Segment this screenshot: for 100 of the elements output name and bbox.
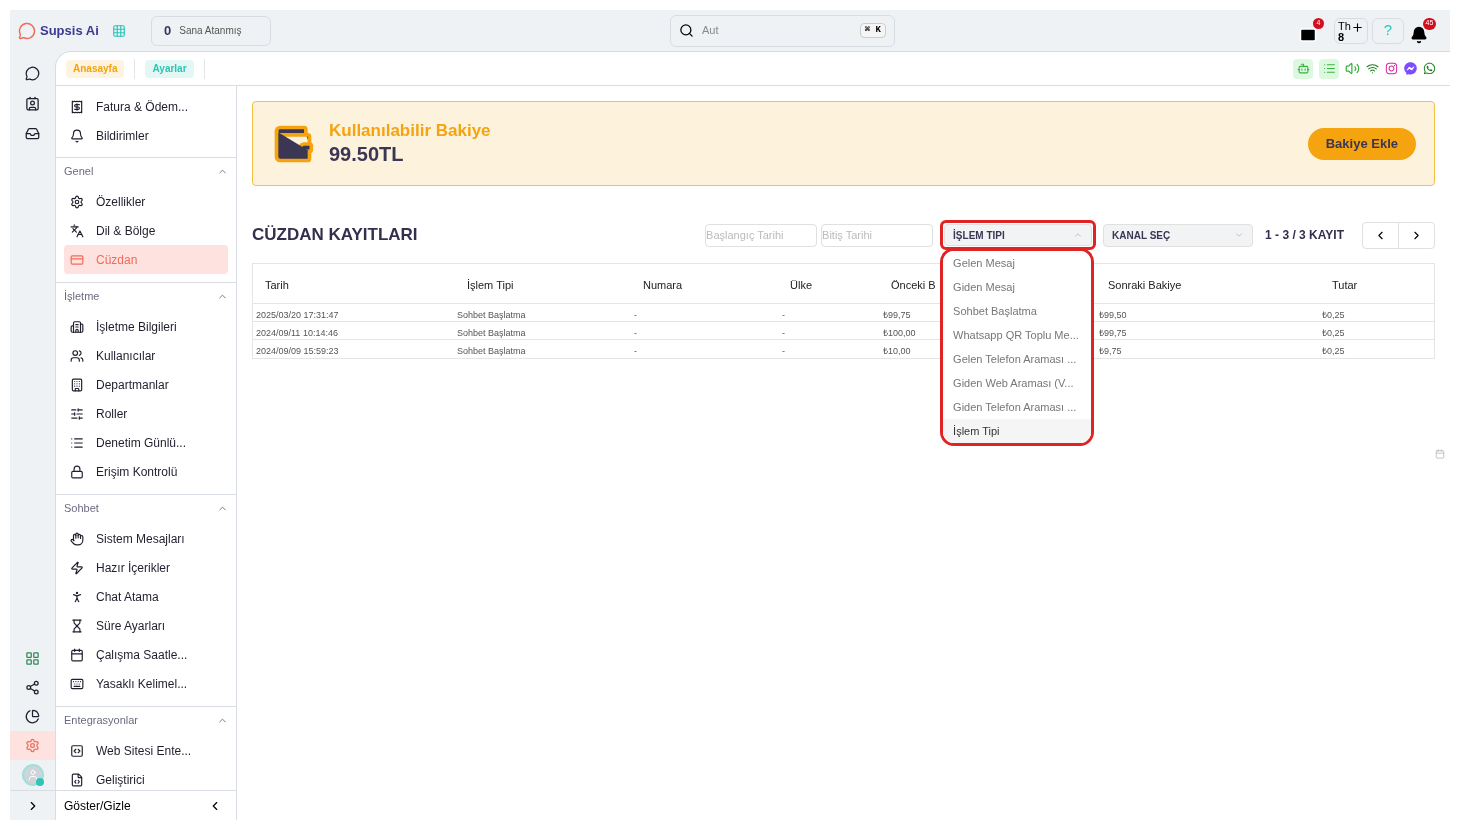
section-title: Sohbet: [64, 500, 99, 516]
section-title: Entegrasyonlar: [64, 712, 138, 728]
bot-button[interactable]: [1293, 58, 1313, 79]
grid-icon: [25, 651, 40, 666]
sidebar-item[interactable]: Denetim Günlü...: [64, 428, 228, 457]
sidebar-item[interactable]: İşletme Bilgileri: [64, 312, 228, 341]
card-icon: [70, 252, 84, 267]
pie-chart-icon: [25, 709, 40, 724]
search-input[interactable]: Aut: [702, 22, 852, 39]
person-icon: [70, 589, 84, 604]
inbox-icon: [25, 125, 40, 141]
table-cell: -: [782, 327, 785, 338]
add-balance-button[interactable]: Bakiye Ekle: [1307, 127, 1416, 160]
column-header: Önceki B: [891, 278, 936, 291]
user-button[interactable]: Th 8: [1334, 17, 1368, 44]
apps-grid-icon[interactable]: [112, 23, 126, 38]
chat-bubble-icon: [25, 65, 40, 81]
table-cell: Sohbet Başlatma: [457, 327, 526, 338]
sidebar-item[interactable]: Hazır İçerikler: [64, 553, 228, 582]
bell-icon: [1410, 25, 1428, 44]
table-cell: -: [782, 346, 785, 356]
sidebar-item[interactable]: Web Sitesi Ente...: [64, 736, 228, 765]
plus-icon: [1350, 20, 1364, 34]
column-header: Tarih: [265, 278, 289, 291]
section-title: İşletme: [64, 288, 100, 304]
column-header: Tutar: [1332, 278, 1358, 291]
settings-icon: [25, 738, 40, 753]
code-file-icon: [70, 772, 84, 787]
lock-icon: [70, 464, 84, 479]
table-cell: -: [634, 327, 637, 338]
sidebar-item[interactable]: Sistem Mesajları: [64, 524, 228, 553]
start-date-field[interactable]: Başlangıç Tarihi: [705, 223, 818, 247]
table-cell: ₺10,00: [883, 346, 911, 356]
end-date-field[interactable]: Bitiş Tarihi: [821, 223, 934, 247]
channel-select[interactable]: KANAL SEÇ: [1103, 223, 1254, 247]
sidebar-item[interactable]: Dil & Bölge: [64, 216, 228, 245]
toggle-label[interactable]: Göster/Gizle: [64, 796, 131, 815]
hourglass-icon: [70, 618, 84, 633]
table-cell: ₺99,75: [883, 309, 911, 320]
sidebar-item[interactable]: Roller: [64, 399, 228, 428]
building-icon: [70, 319, 84, 334]
sidebar-item[interactable]: Bildirimler: [64, 121, 228, 150]
user-silhouette-icon: [26, 769, 39, 781]
table-cell: 2024/09/11 10:14:46: [256, 327, 338, 338]
shortcut-key: ⌘ K: [859, 22, 886, 39]
translate-icon: [70, 223, 84, 238]
table-cell: ₺9,75: [1099, 346, 1122, 356]
sidebar-item[interactable]: Chat Atama: [64, 582, 228, 611]
type-select[interactable]: İŞLEM TIPI: [944, 224, 1093, 246]
gear-icon: [70, 194, 84, 209]
office-icon: [70, 377, 84, 392]
table-cell: ₺100,00: [883, 327, 916, 338]
lightning-icon: [70, 560, 84, 575]
sidebar-item[interactable]: Erişim Kontrolü: [64, 457, 228, 486]
keyboard-icon: [70, 676, 84, 691]
sidebar-item[interactable]: Fatura & Ödem...: [64, 92, 228, 121]
table-cell: Sohbet Başlatma: [457, 346, 526, 356]
logo-icon: [18, 21, 36, 40]
messenger-icon[interactable]: [1404, 62, 1417, 75]
table-cell: ₺99,75: [1099, 327, 1127, 338]
dropdown-option[interactable]: Sohbet Başlatma: [943, 299, 1092, 323]
table-cell: -: [782, 309, 785, 320]
mail-icon: [1299, 25, 1317, 44]
balance-title: Kullanılabilir Bakiye: [329, 120, 491, 142]
section-title: Genel: [64, 163, 94, 179]
wifi-icon[interactable]: [1366, 62, 1379, 75]
sidebar-item[interactable]: Çalışma Saatle...: [64, 640, 228, 669]
balance-amount: 99.50TL: [329, 141, 405, 167]
sidebar-item[interactable]: Geliştirici: [64, 765, 228, 790]
dropdown-option[interactable]: Giden Web Araması (V...: [943, 371, 1092, 395]
dropdown-option[interactable]: Gelen Mesaj: [943, 251, 1092, 275]
sidebar-item[interactable]: Yasaklı Kelimel...: [64, 669, 228, 698]
logo-text: Supsis Ai: [40, 21, 99, 40]
question-mark-icon: ?: [1383, 19, 1393, 42]
sidebar-item[interactable]: Özellikler: [64, 187, 228, 216]
avatar[interactable]: [21, 764, 44, 786]
dropdown-option[interactable]: Gelen Telefon Araması ...: [943, 347, 1092, 371]
share-icon: [25, 680, 40, 695]
dropdown-option[interactable]: Whatsapp QR Toplu Me...: [943, 323, 1092, 347]
sidebar-item[interactable]: Süre Ayarları: [64, 611, 228, 640]
list-button[interactable]: [1319, 58, 1339, 79]
list-icon: [1322, 62, 1336, 75]
search-icon: [679, 23, 694, 38]
search-field[interactable]: Aut ⌘ K: [670, 14, 895, 47]
dropdown-option[interactable]: İşlem Tipi: [943, 419, 1092, 443]
sidebar-item[interactable]: Kullanıcılar: [64, 341, 228, 370]
column-header: Ülke: [790, 278, 812, 291]
dropdown-option[interactable]: Giden Telefon Araması ...: [943, 395, 1092, 419]
sidebar-item[interactable]: Departmanlar: [64, 370, 228, 399]
hand-icon: [70, 531, 84, 546]
table-cell: ₺0,25: [1322, 327, 1345, 338]
instagram-icon[interactable]: [1385, 62, 1398, 75]
assigned-button[interactable]: 0 Sana Atanmış: [151, 15, 271, 46]
speaker-icon[interactable]: [1345, 61, 1360, 76]
code-icon: [70, 743, 84, 758]
pagination-info: 1 - 3 / 3 KAYIT: [1265, 227, 1344, 244]
calendar-icon[interactable]: [1435, 449, 1445, 459]
whatsapp-icon[interactable]: [1423, 62, 1436, 75]
table-cell: ₺0,25: [1322, 309, 1345, 320]
dropdown-option[interactable]: Giden Mesaj: [943, 275, 1092, 299]
